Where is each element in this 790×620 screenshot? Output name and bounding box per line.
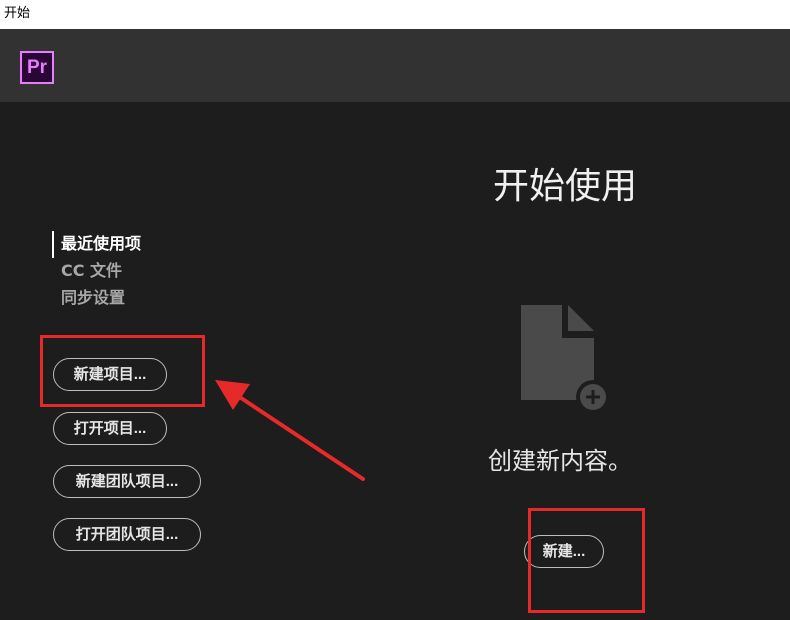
start-screen: 最近使用项 CC 文件 同步设置 新建项目... 打开项目... 新建团队项目.… [0, 102, 790, 620]
nav-item-sync-settings[interactable]: 同步设置 [52, 285, 141, 312]
premiere-pro-logo-icon: Pr [20, 51, 54, 84]
app-header: Pr [0, 29, 790, 102]
plus-circle-icon [576, 380, 610, 414]
page-title: 开始使用 [492, 166, 637, 207]
nav-item-cc-files[interactable]: CC 文件 [52, 258, 141, 285]
annotation-arrow-icon [215, 380, 365, 481]
annotation-highlight-box-left [40, 335, 205, 407]
create-new-content-text: 创建新内容。 [488, 447, 632, 475]
annotation-highlight-box-right [528, 508, 645, 613]
window-title-bar: 开始 [0, 0, 790, 29]
open-project-button[interactable]: 打开项目... [53, 412, 167, 445]
new-team-project-button[interactable]: 新建团队项目... [53, 465, 201, 498]
new-document-icon [521, 305, 610, 414]
sidebar-nav: 最近使用项 CC 文件 同步设置 [52, 231, 141, 312]
open-team-project-button[interactable]: 打开团队项目... [53, 518, 201, 551]
nav-item-recent[interactable]: 最近使用项 [52, 231, 141, 258]
window-title: 开始 [4, 6, 31, 21]
